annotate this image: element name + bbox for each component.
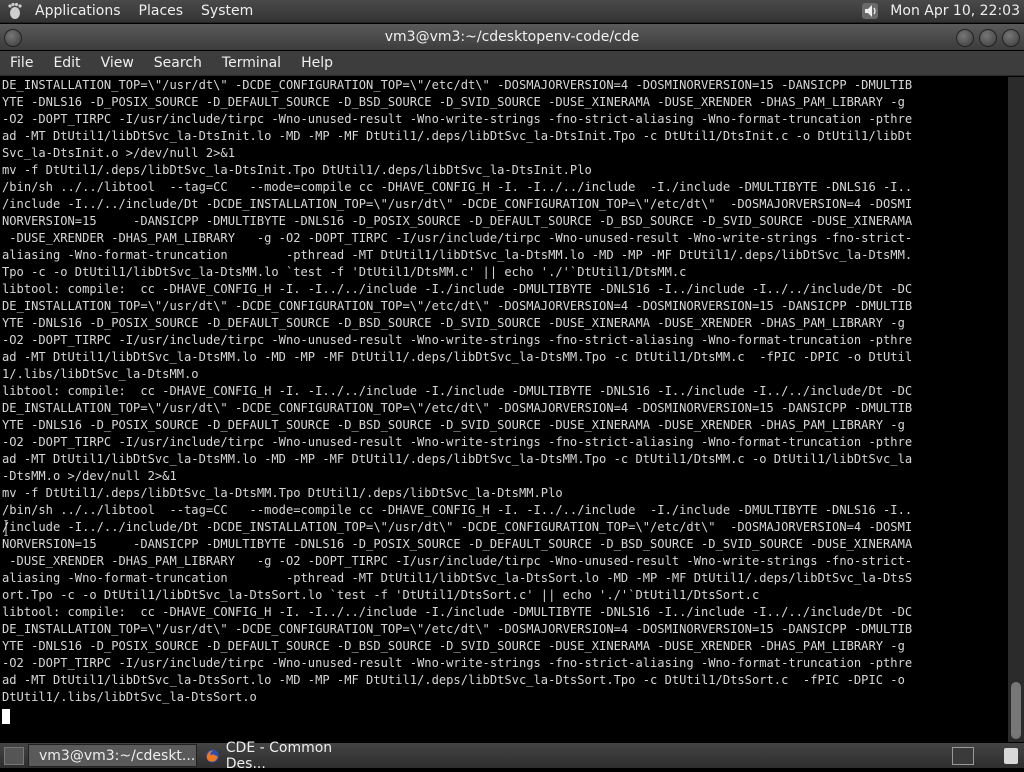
workspace-switcher[interactable] (952, 746, 974, 765)
top-panel: Applications Places System Mon Apr 10, 2… (0, 0, 1024, 23)
taskbar-item-terminal[interactable]: vm3@vm3:~/cdeskt... (28, 744, 197, 767)
gnome-foot-icon[interactable] (6, 2, 24, 20)
window-titlebar[interactable]: vm3@vm3:~/cdesktopenv-code/cde (0, 24, 1024, 50)
terminal-area[interactable]: DE_INSTALLATION_TOP=\"/usr/dt\" -DCDE_CO… (0, 77, 1008, 742)
menu-view[interactable]: View (91, 51, 144, 75)
ibeam-cursor-icon (4, 520, 8, 536)
menu-help[interactable]: Help (291, 51, 343, 75)
places-menu[interactable]: Places (130, 0, 193, 22)
clock[interactable]: Mon Apr 10, 22:03 (890, 3, 1024, 19)
show-desktop-button[interactable] (4, 746, 24, 765)
maximize-button[interactable] (979, 29, 997, 47)
trash-icon[interactable] (1004, 747, 1018, 764)
close-button[interactable] (1002, 29, 1020, 47)
bottom-panel: vm3@vm3:~/cdeskt... CDE - Common Des... (0, 740, 1024, 772)
menu-edit[interactable]: Edit (43, 51, 90, 75)
menu-terminal[interactable]: Terminal (212, 51, 291, 75)
minimize-button[interactable] (956, 29, 974, 47)
taskbar-item-label: CDE - Common Des... (225, 739, 333, 772)
applications-menu[interactable]: Applications (26, 0, 130, 22)
terminal-scrollbar[interactable] (1008, 77, 1024, 742)
window-title: vm3@vm3:~/cdesktopenv-code/cde (384, 29, 640, 45)
volume-icon[interactable] (860, 1, 882, 21)
terminal-output: DE_INSTALLATION_TOP=\"/usr/dt\" -DCDE_CO… (2, 78, 913, 704)
text-cursor (2, 709, 10, 724)
menu-search[interactable]: Search (144, 51, 212, 75)
firefox-icon (205, 749, 219, 762)
taskbar-item-browser[interactable]: CDE - Common Des... (201, 740, 373, 772)
menu-file[interactable]: File (0, 51, 43, 75)
menubar: File Edit View Search Terminal Help (0, 51, 1024, 76)
window-menu-button[interactable] (4, 29, 22, 47)
taskbar-item-label: vm3@vm3:~/cdeskt... (39, 747, 196, 764)
system-menu[interactable]: System (192, 0, 262, 22)
scrollbar-thumb[interactable] (1011, 682, 1021, 739)
